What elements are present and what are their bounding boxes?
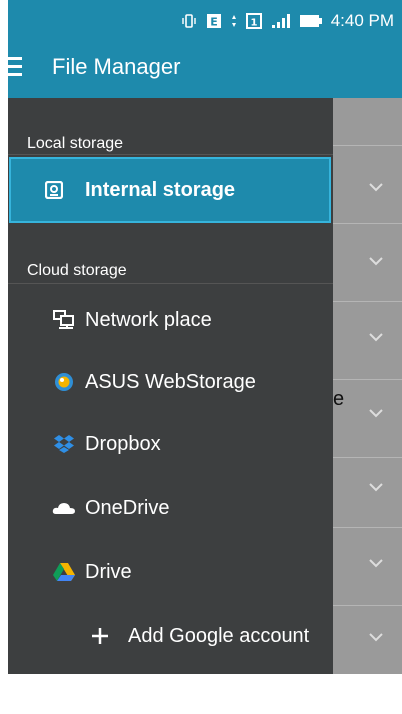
screen: E 1 4:40 PM File Manager e Local storage… <box>0 0 402 714</box>
partial-text: e <box>333 388 345 410</box>
drawer-item-label: Dropbox <box>85 432 161 455</box>
drawer-item-label: Internal storage <box>85 178 236 201</box>
drawer-item-label: Drive <box>85 560 132 583</box>
battery-icon <box>299 15 322 27</box>
drawer-item-label: Network place <box>85 308 212 331</box>
plus-icon <box>88 624 112 648</box>
file-list-background: e <box>333 98 402 674</box>
sim-1-icon: 1 <box>245 13 262 29</box>
status-bar: E 1 4:40 PM <box>8 0 402 40</box>
drawer-item-label: Add Google account <box>128 624 310 647</box>
drawer-item-internal-storage[interactable]: Internal storage <box>9 157 331 223</box>
drawer-item-network-place[interactable]: Network place <box>8 289 333 351</box>
signal-icon <box>271 13 291 29</box>
cloud-storage-header: Cloud storage <box>27 262 127 279</box>
data-transfer-icon <box>231 13 237 29</box>
divider <box>8 154 333 155</box>
drawer-item-dropbox[interactable]: Dropbox <box>8 413 333 475</box>
local-storage-header: Local storage <box>27 135 124 152</box>
drawer-item-label: OneDrive <box>85 496 170 519</box>
google-drive-icon <box>52 560 76 584</box>
list-divider <box>333 379 402 380</box>
network-place-icon <box>52 308 76 332</box>
app-title: File Manager <box>52 54 181 79</box>
app-bar: File Manager <box>8 40 402 98</box>
bottom-area <box>8 674 402 714</box>
divider <box>8 283 333 284</box>
drawer-item-add-google-account[interactable]: Add Google account <box>8 605 333 667</box>
list-divider <box>333 605 402 606</box>
navigation-drawer: Local storage Internal storage Cloud sto… <box>8 98 333 674</box>
drawer-item-asus-webstorage[interactable]: ASUS WebStorage <box>8 351 333 413</box>
left-edge <box>0 0 8 714</box>
list-divider <box>333 145 402 146</box>
chevron-down-icon[interactable] <box>369 556 383 570</box>
chevron-down-icon[interactable] <box>369 406 383 420</box>
status-time: 4:40 PM <box>330 11 394 30</box>
list-divider <box>333 223 402 224</box>
list-divider <box>333 457 402 458</box>
svg-text:E: E <box>210 16 218 29</box>
onedrive-icon <box>52 496 76 520</box>
chevron-down-icon[interactable] <box>369 330 383 344</box>
menu-icon[interactable] <box>8 57 24 79</box>
drawer-item-label: ASUS WebStorage <box>85 370 256 393</box>
drawer-item-drive[interactable]: Drive <box>8 541 333 603</box>
chevron-down-icon[interactable] <box>369 180 383 194</box>
chevron-down-icon[interactable] <box>369 480 383 494</box>
svg-text:1: 1 <box>250 18 257 29</box>
list-divider <box>333 301 402 302</box>
sim-e-icon: E <box>206 13 222 29</box>
asus-webstorage-icon <box>52 370 76 394</box>
dropbox-icon <box>52 432 76 456</box>
chevron-down-icon[interactable] <box>369 630 383 644</box>
vibrate-icon <box>181 13 197 29</box>
drawer-item-onedrive[interactable]: OneDrive <box>8 477 333 539</box>
internal-storage-icon <box>42 178 66 202</box>
list-divider <box>333 527 402 528</box>
chevron-down-icon[interactable] <box>369 254 383 268</box>
